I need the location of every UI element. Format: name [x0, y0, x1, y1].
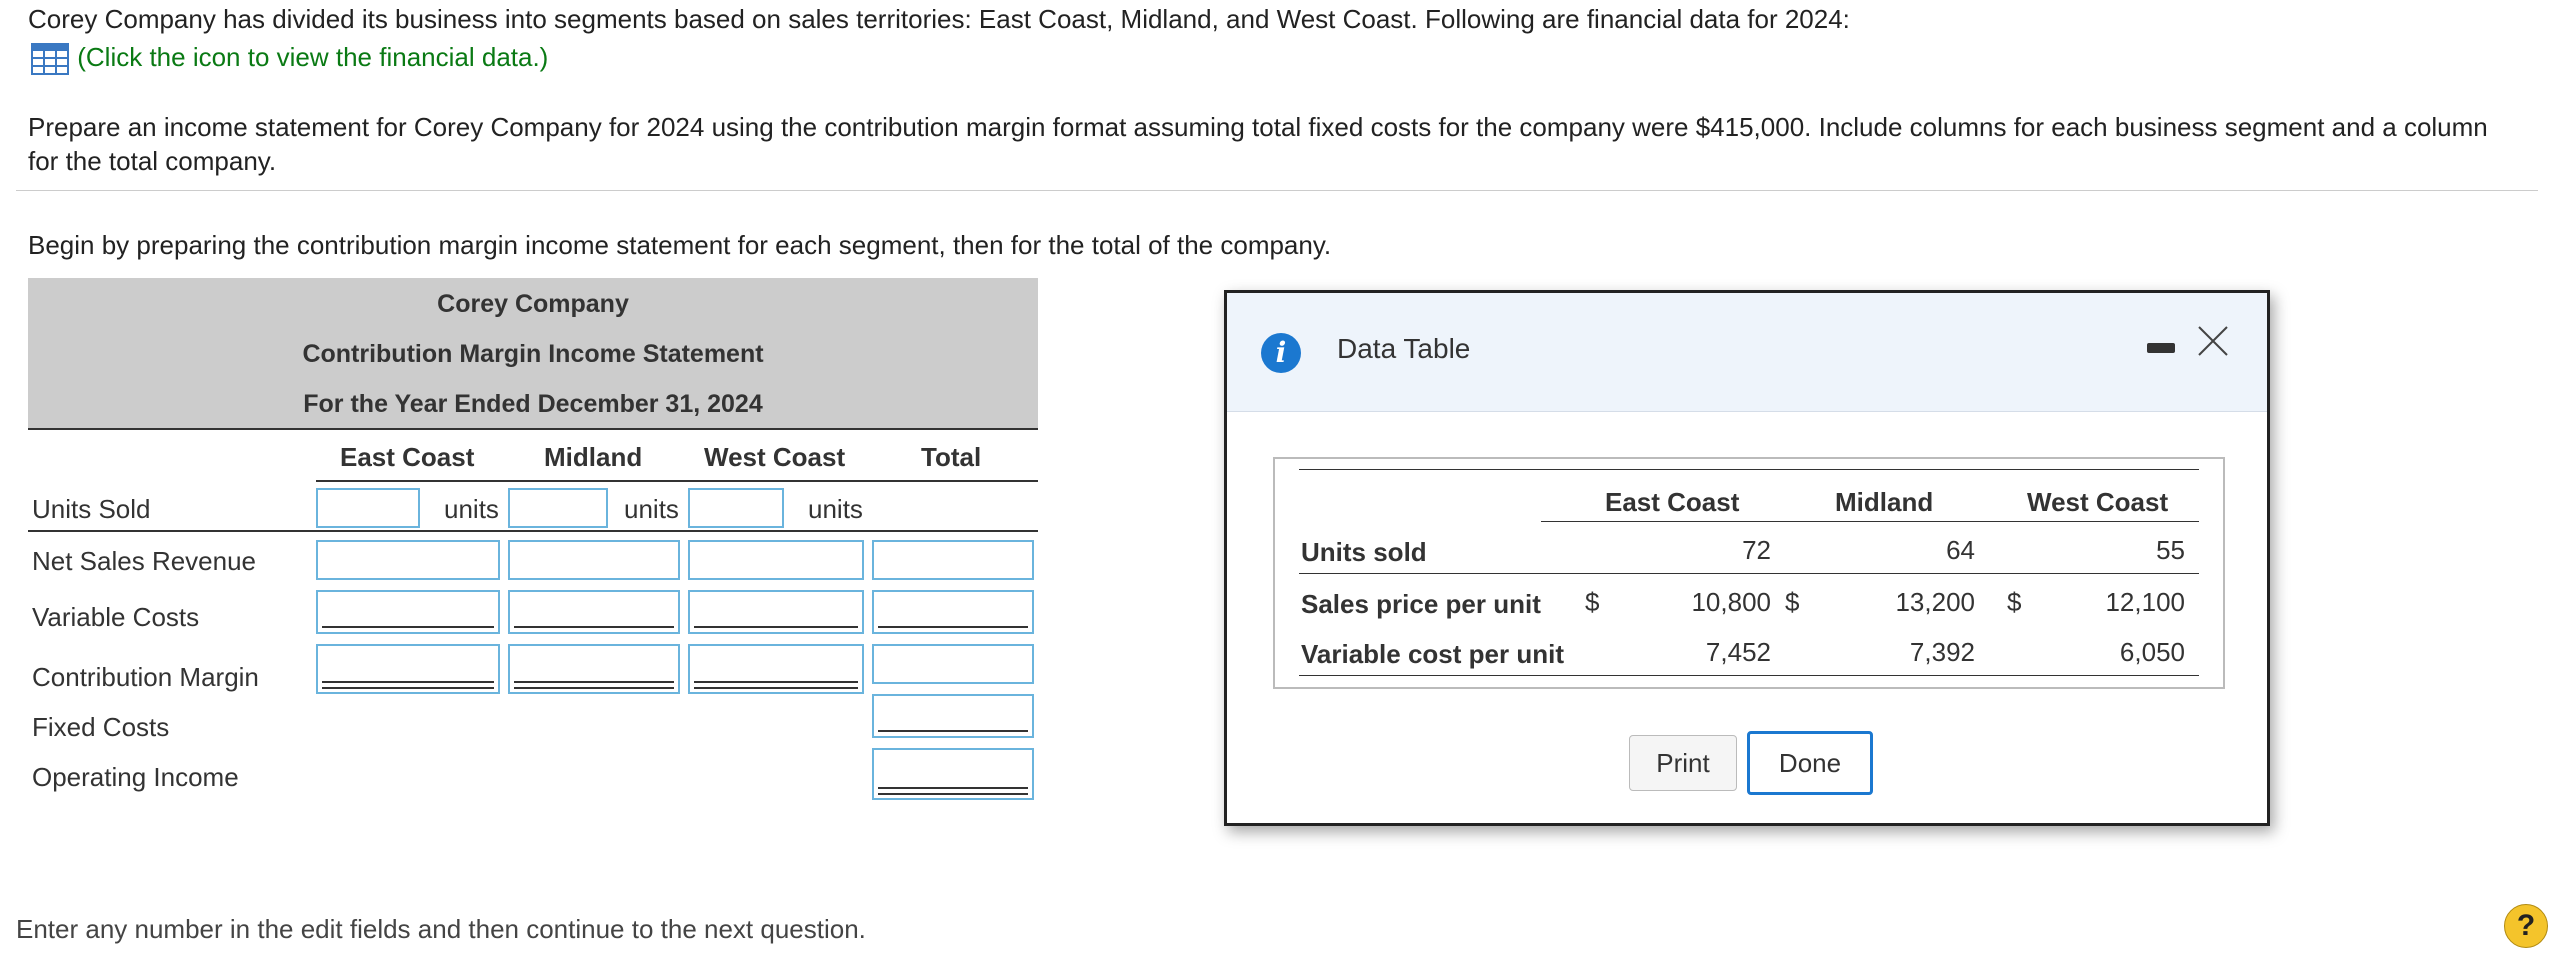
dt-currency-east: $	[1585, 587, 1600, 617]
instruction-line-1: Prepare an income statement for Corey Co…	[28, 112, 2488, 142]
columns-rule	[316, 480, 1038, 482]
col-west-coast: West Coast	[704, 442, 846, 472]
east-units-label: units	[444, 494, 499, 524]
dt-price-east: 10,800	[1691, 587, 1771, 617]
dt-varcost-west: 6,050	[2119, 637, 2185, 667]
midland-units-input[interactable]	[508, 488, 608, 528]
col-east-coast: East Coast	[340, 442, 475, 472]
east-revenue-input[interactable]	[316, 540, 500, 580]
minimize-icon[interactable]	[2147, 343, 2175, 353]
problem-intro: Corey Company has divided its business i…	[28, 4, 1850, 34]
row-variable-costs: Variable Costs	[32, 602, 200, 632]
total-revenue-input[interactable]	[872, 540, 1034, 580]
dt-row-sales-price: Sales price per unit	[1301, 589, 1541, 619]
close-icon[interactable]	[2193, 321, 2233, 361]
midland-units-label: units	[624, 494, 679, 524]
midland-variable-input[interactable]	[508, 590, 680, 634]
dt-header-rule	[1541, 521, 2199, 522]
dt-price-west: 12,100	[2105, 587, 2185, 617]
west-variable-input[interactable]	[688, 590, 864, 634]
modal-title: Data Table	[1337, 333, 1471, 364]
financial-data-link-text[interactable]: (Click the icon to view the financial da…	[77, 42, 548, 72]
dt-col-east-coast: East Coast	[1605, 487, 1740, 517]
dt-row-units-sold: Units sold	[1301, 537, 1427, 567]
financial-data-link[interactable]: (Click the icon to view the financial da…	[30, 40, 548, 76]
east-cm-input[interactable]	[316, 644, 500, 694]
modal-header: i Data Table	[1227, 293, 2267, 412]
dt-col-west-coast: West Coast	[2027, 487, 2169, 517]
statement-period: For the Year Ended December 31, 2024	[303, 390, 763, 418]
midland-cm-input[interactable]	[508, 644, 680, 694]
dt-units-midland: 64	[1946, 535, 1975, 565]
midland-revenue-input[interactable]	[508, 540, 680, 580]
dt-currency-midland: $	[1785, 587, 1800, 617]
dt-varcost-east: 7,452	[1705, 637, 1771, 667]
done-button[interactable]: Done	[1747, 731, 1873, 795]
units-rule	[28, 530, 1038, 532]
dt-price-midland: 13,200	[1895, 587, 1975, 617]
info-icon: i	[1261, 333, 1301, 373]
row-contribution-margin: Contribution Margin	[32, 662, 259, 692]
west-revenue-input[interactable]	[688, 540, 864, 580]
row-net-sales-revenue: Net Sales Revenue	[32, 546, 257, 576]
total-fixed-input[interactable]	[872, 694, 1034, 738]
header-rule	[28, 428, 1038, 430]
data-table: East Coast Midland West Coast Units sold…	[1273, 457, 2225, 689]
help-button[interactable]: ?	[2504, 904, 2548, 948]
statement-company: Corey Company	[437, 290, 629, 318]
west-units-label: units	[808, 494, 863, 524]
total-operating-income-input[interactable]	[872, 748, 1034, 800]
row-units-sold: Units Sold	[32, 494, 151, 524]
dt-varcost-midland: 7,392	[1909, 637, 1975, 667]
dt-top-rule	[1299, 469, 2199, 470]
row-fixed-costs: Fixed Costs	[32, 712, 170, 742]
col-total: Total	[921, 442, 982, 472]
west-cm-input[interactable]	[688, 644, 864, 694]
instruction-line-2: for the total company.	[28, 146, 277, 176]
row-operating-income: Operating Income	[32, 762, 239, 792]
col-midland: Midland	[544, 442, 643, 472]
dt-row1-rule	[1299, 573, 2199, 574]
east-units-input[interactable]	[316, 488, 420, 528]
print-button[interactable]: Print	[1629, 735, 1737, 791]
dt-row-variable-cost: Variable cost per unit	[1301, 639, 1564, 669]
divider	[16, 190, 2538, 191]
table-grid-icon[interactable]	[30, 42, 70, 76]
total-variable-input[interactable]	[872, 590, 1034, 634]
begin-instruction: Begin by preparing the contribution marg…	[28, 230, 1332, 260]
dt-currency-west: $	[2007, 587, 2022, 617]
total-cm-input[interactable]	[872, 644, 1034, 684]
dt-col-midland: Midland	[1835, 487, 1934, 517]
data-table-modal: i Data Table East Coast Midland West Coa…	[1224, 290, 2270, 826]
dt-units-east: 72	[1742, 535, 1771, 565]
dt-bottom-rule	[1299, 675, 2199, 676]
west-units-input[interactable]	[688, 488, 784, 528]
statement-title: Contribution Margin Income Statement	[302, 340, 764, 368]
footer-instruction: Enter any number in the edit fields and …	[16, 914, 866, 944]
east-variable-input[interactable]	[316, 590, 500, 634]
dt-units-west: 55	[2156, 535, 2185, 565]
